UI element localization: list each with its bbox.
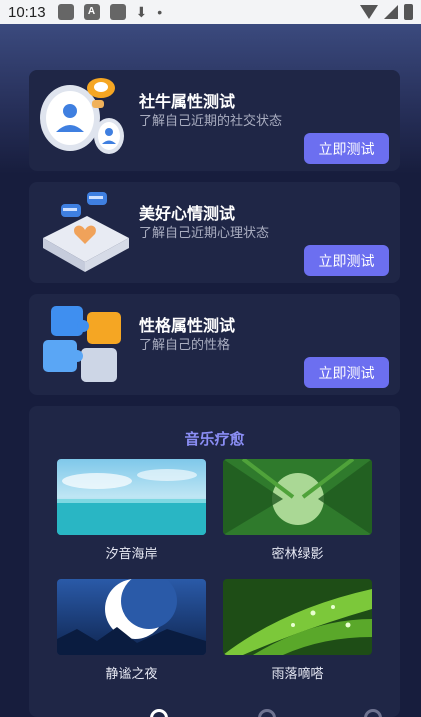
font-app-icon: A: [83, 4, 100, 20]
card-subtitle: 了解自己的性格: [139, 338, 231, 353]
tile-label: 雨落嘀嗒: [271, 667, 324, 682]
notification-icon: [57, 4, 74, 20]
card-title: 社牛属性测试: [139, 92, 236, 111]
battery-icon: [404, 4, 413, 20]
music-tile-ocean[interactable]: 汐音海岸: [57, 459, 206, 562]
status-bar: 10:13 A ⬇ •: [0, 0, 421, 24]
more-notifications-dot: •: [157, 4, 163, 20]
card-subtitle: 了解自己近期的社交状态: [139, 114, 283, 129]
ocean-image: [57, 459, 206, 535]
music-tile-rain[interactable]: 雨落嘀嗒: [223, 579, 372, 682]
test-card-mood[interactable]: 美好心情测试 了解自己近期心理状态 立即测试: [29, 182, 400, 283]
status-time: 10:13: [8, 3, 46, 21]
download-icon: ⬇: [135, 3, 148, 20]
card-title: 性格属性测试: [139, 316, 236, 335]
card-subtitle: 了解自己近期心理状态: [139, 226, 270, 241]
card-title: 美好心情测试: [139, 204, 236, 223]
music-tile-forest[interactable]: 密林绿影: [223, 459, 372, 562]
leaf-raindrops-image: [223, 579, 372, 655]
test-card-personality[interactable]: 性格属性测试 了解自己的性格 立即测试: [29, 294, 400, 395]
nav-home-icon[interactable]: [150, 709, 168, 717]
moon-night-image: [57, 579, 206, 655]
nav-profile-icon[interactable]: [364, 709, 382, 717]
start-test-button[interactable]: 立即测试: [304, 245, 389, 276]
music-tile-night[interactable]: 静谧之夜: [57, 579, 206, 682]
start-test-button[interactable]: 立即测试: [304, 357, 389, 388]
music-healing-panel: 音乐疗愈 汐音海岸 密林绿影 静谧之夜 雨落嘀嗒: [29, 406, 400, 717]
nav-tab-icon[interactable]: [258, 709, 276, 717]
wifi-icon: [360, 5, 378, 19]
bamboo-forest-image: [223, 459, 372, 535]
signal-icon: [384, 5, 398, 19]
bottom-navigation: [0, 709, 421, 717]
tile-label: 密林绿影: [271, 547, 324, 562]
person-coin-icon: [40, 78, 124, 154]
test-card-social[interactable]: 社牛属性测试 了解自己近期的社交状态 立即测试: [29, 70, 400, 171]
heart-chat-icon: [43, 192, 129, 272]
tile-label: 汐音海岸: [105, 547, 158, 562]
music-section-title: 音乐疗愈: [184, 430, 245, 448]
tile-label: 静谧之夜: [105, 667, 158, 682]
start-test-button[interactable]: 立即测试: [304, 133, 389, 164]
puzzle-cubes-icon: [43, 306, 121, 382]
notification-icon-2: [109, 4, 126, 20]
